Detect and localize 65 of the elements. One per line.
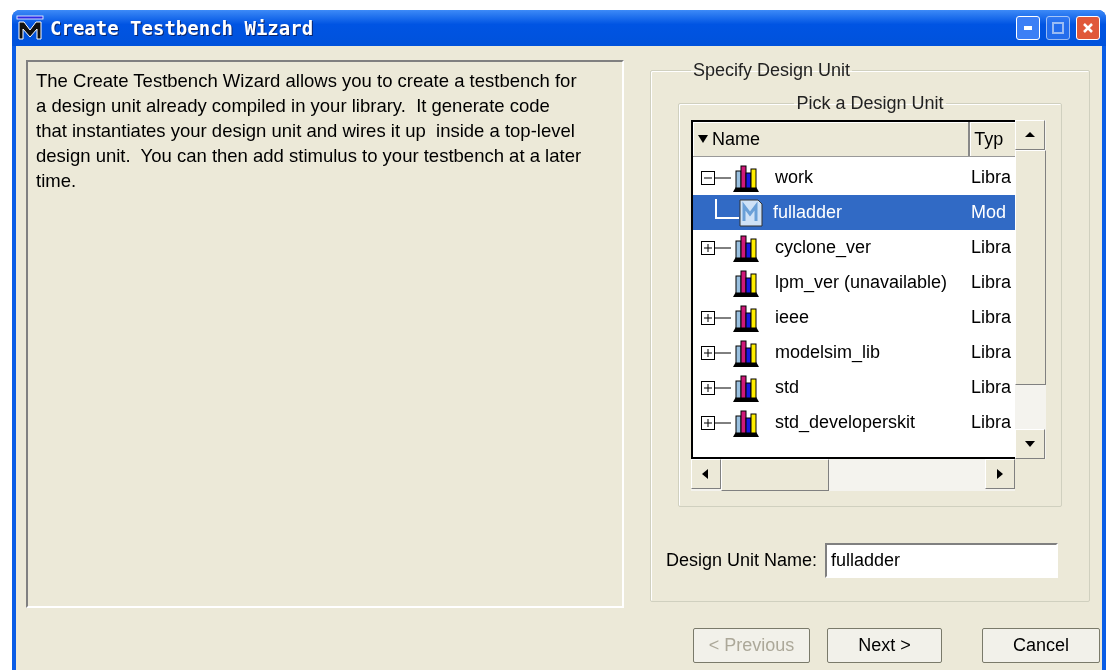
library-icon [731,407,761,438]
library-icon [731,267,761,298]
field-label: Design Unit Name: [666,550,818,571]
expand-toggle[interactable] [701,379,731,396]
tree-row[interactable]: lpm_ver (unavailable) Libra [693,265,1015,300]
scroll-down-button[interactable] [1015,429,1045,459]
vertical-scrollbar[interactable] [1015,120,1046,459]
tree-row[interactable]: ieee Libra [693,300,1015,335]
tree-item-name: work [775,167,813,188]
tree-branch-line [715,198,739,219]
close-icon [1082,22,1094,34]
scroll-thumb[interactable] [721,459,829,491]
scroll-up-button[interactable] [1015,120,1045,150]
tree-row[interactable]: work Libra [693,160,1015,195]
expand-toggle[interactable] [701,309,731,326]
scroll-right-button[interactable] [985,459,1015,489]
tree-item-type: Libra [971,377,1012,398]
library-icon [731,162,761,193]
library-icon [731,337,761,368]
tree-item-type: Mod [971,202,1006,223]
expand-toggle[interactable] [701,344,731,361]
close-button[interactable] [1076,16,1100,40]
tree-item-name: modelsim_lib [775,342,881,363]
tree-item-type: Libra [971,307,1012,328]
scroll-left-button[interactable] [691,459,721,489]
wizard-button[interactable]: Cancel [982,628,1100,663]
horizontal-scrollbar[interactable] [691,459,1015,491]
design-unit-name-field[interactable]: fulladder [825,543,1059,578]
column-header[interactable]: Typ [970,122,1015,156]
tree-item-type: Libra [971,272,1012,293]
collapse-toggle[interactable] [701,169,731,186]
tree-item-name: lpm_ver (unavailable) [775,272,948,293]
tree-item-type: Libra [971,237,1012,258]
tree-item-name: ieee [775,307,810,328]
maximize-icon [1052,22,1064,34]
tree-item-name: cyclone_ver [775,237,872,258]
tree-row[interactable]: cyclone_ver Libra [693,230,1015,265]
tree-row[interactable]: fulladder Mod [693,195,1015,230]
tree-item-type: Libra [971,167,1012,188]
sort-icon [697,133,709,145]
module-icon [739,198,763,227]
tree-row[interactable]: modelsim_lib Libra [693,335,1015,370]
tree-item-name: std [775,377,799,398]
expand-toggle[interactable] [701,414,731,431]
group-title: Pick a Design Unit [795,93,945,114]
group-title: Specify Design Unit [692,60,852,81]
description-text: The Create Testbench Wizard allows you to create a testbench for a design unit already compiled in your library. It generate code that instantiates your design unit and wires it up inside a top-level design unit. You can then add stimulus to your testbench at a later time. [26,60,624,608]
tree-item-name: fulladder [773,202,843,223]
app-logo-icon [16,15,44,41]
library-icon [731,372,761,403]
window-title: Create Testbench Wizard [50,17,315,39]
library-icon [731,302,761,333]
maximize-button[interactable] [1046,16,1070,40]
wizard-button[interactable]: Next > [827,628,942,663]
tree-item-type: Libra [971,412,1012,433]
minimize-icon [1024,26,1032,30]
expand-toggle[interactable] [701,239,731,256]
tree-item-type: Libra [971,342,1012,363]
tree-row[interactable]: std_developerskit Libra [693,405,1015,440]
scroll-thumb[interactable] [1015,150,1046,385]
column-header[interactable]: Name [693,122,971,156]
library-icon [731,232,761,263]
minimize-button[interactable] [1016,16,1040,40]
tree-item-name: std_developerskit [775,412,916,433]
tree-row[interactable]: std Libra [693,370,1015,405]
